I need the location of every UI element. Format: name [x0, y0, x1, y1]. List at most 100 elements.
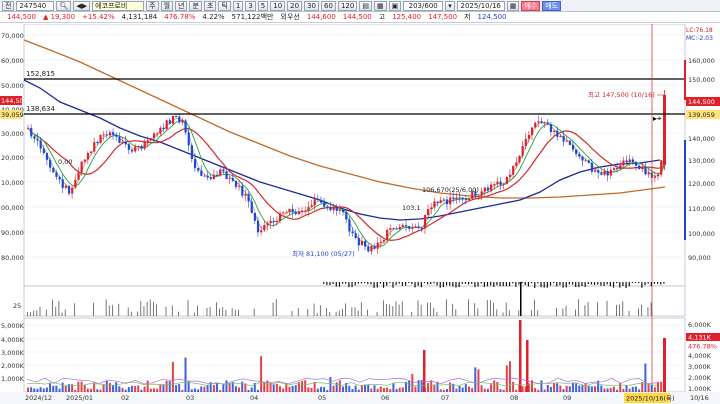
right-current-tag: 144,500 [688, 98, 715, 106]
candle-body [571, 144, 575, 150]
candle-body [36, 138, 39, 141]
current-price: 144,500 [7, 13, 36, 21]
search-icon[interactable]: 🔍︎ [56, 0, 72, 11]
price-chart[interactable]: 152,815 138,634 최고 147,500 (10/16) 최저 81… [0, 23, 720, 404]
chart-area[interactable]: 152,815 138,634 최고 147,500 (10/16) 최저 81… [0, 23, 720, 404]
candle-body [587, 160, 590, 163]
left-tick-8: 90,000 [1, 229, 24, 237]
candle-body [77, 172, 80, 180]
oscillator-top-bar [414, 282, 416, 288]
right-price-axis: 160,000 150,000 140,000 130,000 120,000 … [688, 57, 715, 262]
calendar-icon[interactable]: ▾ [445, 0, 455, 11]
period-minute-button[interactable]: 분 [189, 0, 202, 11]
oscillator-bar [584, 305, 586, 316]
volume-bar [335, 382, 338, 392]
volume-bar [212, 385, 215, 392]
oscillator-top-bar [587, 282, 589, 285]
candle-body [553, 130, 556, 132]
candle-body [496, 181, 499, 185]
code-type-dropdown[interactable]: 전 [2, 0, 15, 11]
volume-bar [634, 386, 637, 392]
oscillator-top-bar [398, 282, 400, 284]
period-second-button[interactable]: 초 [203, 0, 217, 11]
x-label-1: 2025/01 [66, 394, 93, 402]
oscillator-top-bar [553, 282, 555, 284]
candle-body [165, 120, 168, 129]
oscillator-top-bar [461, 282, 463, 284]
oscillator-top-bar [442, 282, 444, 288]
interval-1-button[interactable]: 1 [232, 0, 244, 11]
volume-bar [622, 388, 625, 392]
low-label: 저 [464, 13, 471, 21]
volume-bar [612, 386, 615, 392]
oscillator-top-bar [531, 282, 533, 284]
left-tick-6: 10,000 [1, 179, 24, 187]
candle-body [594, 170, 597, 172]
oscillator-bar [587, 302, 589, 316]
candle-body [83, 159, 86, 162]
volume-bar [260, 356, 263, 392]
oscillator-top-bar [449, 282, 451, 286]
candle-body [360, 241, 364, 246]
candle-body [190, 145, 193, 159]
volume-bar [382, 388, 385, 392]
vol-left-tick-3: 2,000K [1, 362, 25, 370]
candle-body [518, 155, 521, 163]
oscillator-bar [376, 312, 378, 316]
oscillator-bar [433, 307, 435, 316]
volume-bar [638, 389, 641, 392]
period-week-button[interactable]: 주 [146, 0, 159, 11]
volume-bar [175, 385, 178, 392]
candle-body [178, 116, 181, 123]
candle-body [238, 185, 241, 187]
period-year-button[interactable]: 년 [175, 0, 188, 11]
right-tick-3: 130,000 [688, 157, 715, 165]
oscillator-top-bar [326, 282, 328, 286]
stock-code-input[interactable]: 247540 [16, 0, 55, 11]
candle-body [316, 199, 319, 201]
settings-icon[interactable]: ▤ [359, 0, 372, 11]
volume-bar [590, 386, 593, 392]
period-tick-button[interactable]: 틱 [218, 0, 231, 11]
period-month-button[interactable]: 월 [160, 0, 174, 11]
layout-icon[interactable]: ▦ [373, 0, 387, 11]
date-picker-icon[interactable]: ▦ [506, 0, 520, 11]
nav-arrows-icon[interactable]: ◀▶ [73, 0, 91, 11]
oscillator-top-bar [660, 282, 662, 285]
oscillator-top-bar [471, 282, 473, 284]
oscillator-top-bar [512, 282, 514, 284]
date-field[interactable]: 2025/10/16 [456, 0, 505, 11]
oscillator-bar [486, 299, 488, 316]
candle-body [67, 185, 71, 194]
oscillator-bar [502, 312, 504, 316]
candle-body [187, 132, 190, 146]
stock-name[interactable]: 에코프로비 [92, 0, 145, 11]
buy-button[interactable]: 매수 [521, 0, 541, 11]
candle-body [80, 161, 83, 173]
candle-body [294, 212, 297, 215]
interval-10-button[interactable]: 10 [270, 0, 286, 11]
interval-60-button[interactable]: 60 [321, 0, 336, 11]
candle-body [153, 133, 156, 139]
interval-20-button[interactable]: 20 [287, 0, 303, 11]
oscillator-bar [313, 303, 315, 316]
interval-120-button[interactable]: 120 [337, 0, 358, 11]
sell-button[interactable]: 매도 [542, 0, 562, 11]
oscillator-bar [477, 308, 479, 316]
candle-body [490, 184, 493, 191]
volume-bar [376, 388, 379, 392]
candle-body [370, 246, 373, 252]
data-count-field[interactable]: 203/600 [403, 0, 444, 11]
volume-bar [354, 385, 357, 392]
oscillator-bar [342, 308, 343, 316]
oscillator-top-bar [379, 282, 381, 284]
oscillator-bar [650, 302, 652, 316]
volume-bar [149, 388, 152, 392]
options-icon[interactable]: ▣ [388, 0, 402, 11]
oscillator-bar [319, 305, 321, 316]
cursor-date: 2025/10/16(목) [626, 395, 675, 403]
candle-body [209, 177, 212, 180]
interval-3-button[interactable]: 3 [245, 0, 256, 11]
interval-5-button[interactable]: 5 [257, 0, 269, 11]
interval-30-button[interactable]: 30 [304, 0, 320, 11]
